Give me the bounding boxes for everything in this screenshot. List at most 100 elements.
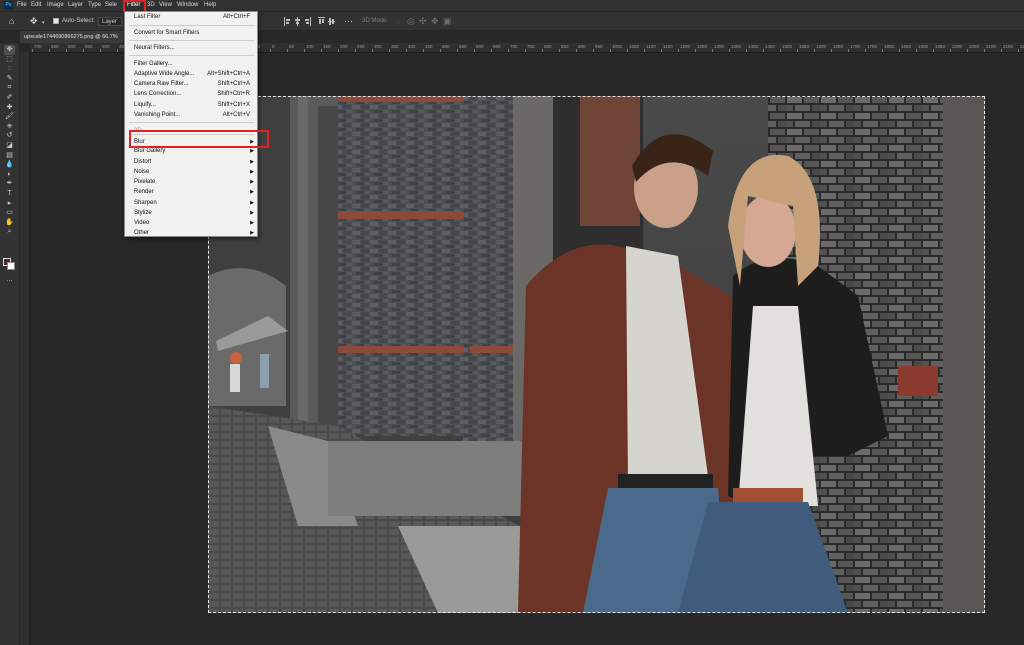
align-left-icon[interactable] [284,17,291,26]
filter-menu-item-neural-filters[interactable]: Neural Filters... [125,43,257,53]
eyedropper-tool-icon[interactable]: ✐ [4,93,15,103]
background-color-swatch[interactable] [7,262,15,270]
blur-item-highlight [129,130,269,148]
align-right-icon[interactable] [304,17,311,26]
menu-item-label: Render [134,189,154,195]
menu-type[interactable]: Type [88,2,101,8]
ruler-tick [559,49,560,52]
3d-scale-icon[interactable]: ▣ [443,16,452,26]
hand-tool-icon[interactable]: ✋ [4,218,15,228]
ruler-tick-label: 1700 [850,44,861,49]
align-center-icon[interactable] [294,17,301,26]
ruler-tick [882,49,883,52]
move-tool-preset-icon[interactable]: ✥ [30,16,38,26]
blur-tool-icon[interactable]: 💧 [4,160,15,170]
filter-menu-item-adaptive-wide-angle[interactable]: Adaptive Wide Angle... Alt+Shift+Ctrl+A [125,69,257,79]
marquee-tool-icon[interactable]: ⬚ [4,55,15,65]
history-brush-tool-icon[interactable]: ↺ [4,131,15,141]
quick-select-tool-icon[interactable]: ✎ [4,74,15,84]
eraser-tool-icon[interactable]: ◪ [4,141,15,151]
lasso-tool-icon[interactable]: ◌ [4,64,15,74]
filter-menu-item-pixelate[interactable]: Pixelate ▶ [125,177,257,187]
photoshop-logo-icon[interactable]: Ps [4,1,13,10]
menu-item-label: Stylize [134,210,152,216]
filter-menu-item-lens-correction[interactable]: Lens Correction... Shift+Ctrl+R [125,89,257,99]
menu-help[interactable]: Help [204,2,216,8]
chevron-down-icon[interactable]: ▾ [42,18,45,28]
menu-item-label: Other [134,230,150,236]
filter-menu-item-sharpen[interactable]: Sharpen ▶ [125,198,257,208]
dodge-tool-icon[interactable]: ◐ [4,170,15,180]
menu-3d[interactable]: 3D [147,2,155,8]
layer-group-dropdown[interactable]: Layer [98,17,122,26]
menu-select[interactable]: Sele [105,2,117,8]
menu-layer[interactable]: Layer [68,2,83,8]
more-options-icon[interactable]: ··· [344,16,353,26]
type-tool-icon[interactable]: T [4,189,15,199]
ruler-tick [899,49,900,52]
menu-view[interactable]: View [159,2,172,8]
menu-item-shortcut: Shift+Ctrl+A [217,81,250,87]
clone-stamp-tool-icon[interactable]: ⎈ [4,122,15,132]
menu-image[interactable]: Image [47,2,64,8]
ruler-tick [338,49,339,52]
ruler-tick-label: 450 [425,44,433,49]
filter-menu-item-filter-gallery[interactable]: Filter Gallery... [125,59,257,69]
canvas-photo[interactable] [208,96,985,613]
ruler-tick-label: 1900 [918,44,929,49]
menu-file[interactable]: File [17,2,27,8]
menu-edit[interactable]: Edit [31,2,41,8]
document-tab-title: upscale1744690866275.png @ 66.7% [24,34,118,40]
3d-slide-icon[interactable]: ✥ [431,16,439,26]
more-tools-icon[interactable]: … [4,275,15,285]
menu-item-shortcut: Alt+Ctrl+F [222,14,250,20]
move-tool-icon[interactable]: ✥ [4,45,15,55]
align-top-icon[interactable] [318,17,325,26]
ruler-tick-label: 1650 [833,44,844,49]
filter-menu-item-video[interactable]: Video ▶ [125,218,257,228]
align-middle-icon[interactable] [328,17,335,26]
filter-menu-item-camera-raw-filter[interactable]: Camera Raw Filter... Shift+Ctrl+A [125,79,257,89]
filter-menu-item-vanishing-point[interactable]: Vanishing Point... Alt+Ctrl+V [125,110,257,120]
path-select-tool-icon[interactable]: ▸ [4,199,15,209]
gradient-tool-icon[interactable]: ▤ [4,151,15,161]
rectangle-tool-icon[interactable]: ▭ [4,208,15,218]
filter-menu-item-last-filter[interactable]: Last Filter Alt+Ctrl+F [125,12,257,22]
ruler-tick-label: 2200 [1020,44,1024,49]
ruler-tick-label: 1850 [901,44,912,49]
filter-menu-item-convert-for-smart-filters[interactable]: Convert for Smart Filters [125,28,257,38]
filter-menu-item-other[interactable]: Other ▶ [125,228,257,238]
ruler-tick [729,49,730,52]
menu-separator [129,40,255,41]
home-icon[interactable]: ⌂ [9,16,14,26]
filter-menu-item-stylize[interactable]: Stylize ▶ [125,208,257,218]
ruler-tick-label: 1200 [680,44,691,49]
3d-pan-icon[interactable]: ✣ [419,16,427,26]
menu-item-label: Neural Filters... [134,45,175,51]
auto-select-checkbox[interactable] [53,18,59,24]
filter-menu-item-render[interactable]: Render ▶ [125,187,257,197]
ruler-tick [746,49,747,52]
menu-item-label: Vanishing Point... [134,112,181,118]
menu-window[interactable]: Window [177,2,198,8]
filter-menu-item-liquify[interactable]: Liquify... Shift+Ctrl+X [125,100,257,110]
ruler-tick [287,49,288,52]
filter-menu-item-noise[interactable]: Noise ▶ [125,167,257,177]
brush-tool-icon[interactable]: 🖌 [4,112,15,122]
ruler-tick-label: 1300 [714,44,725,49]
pen-tool-icon[interactable]: ✒ [4,179,15,189]
zoom-tool-icon[interactable]: ⌕ [4,227,15,237]
crop-tool-icon[interactable]: ⌗ [4,83,15,93]
3d-roll-icon[interactable]: ◎ [407,16,415,26]
filter-menu-item-distort[interactable]: Distort ▶ [125,157,257,167]
3d-orbit-icon[interactable]: ◌ [395,16,400,26]
ruler-tick-label: 2100 [986,44,997,49]
document-tab[interactable]: upscale1744690866275.png @ 66.7% [20,31,128,43]
ruler-tick [712,49,713,52]
ruler-tick [423,49,424,52]
healing-brush-tool-icon[interactable]: ✚ [4,103,15,113]
vertical-ruler[interactable] [20,52,30,645]
menu-item-shortcut: Shift+Ctrl+R [217,91,250,97]
ruler-tick-label: 0 [272,44,275,49]
menu-separator [129,55,255,56]
